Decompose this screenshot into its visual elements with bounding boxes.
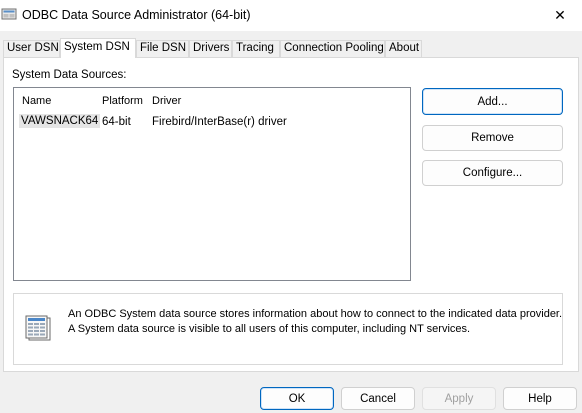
window-title: ODBC Data Source Administrator (64-bit): [22, 8, 251, 22]
help-button[interactable]: Help: [503, 387, 577, 410]
info-line-2: A System data source is visible to all u…: [68, 322, 471, 335]
odbc-admin-window: ODBC Data Source Administrator (64-bit) …: [0, 0, 582, 413]
data-source-list[interactable]: Name Platform Driver VAWSNACK64 64-bit F…: [13, 87, 411, 281]
column-header-name[interactable]: Name: [22, 95, 51, 107]
tab-label: File DSN: [140, 42, 187, 54]
tab-drivers[interactable]: Drivers: [189, 40, 232, 57]
info-description: An ODBC System data source stores inform…: [68, 307, 562, 336]
add-button[interactable]: Add...: [422, 88, 563, 115]
tab-system-dsn[interactable]: System DSN: [60, 38, 136, 58]
tab-tracing[interactable]: Tracing: [232, 40, 280, 57]
remove-button[interactable]: Remove: [422, 125, 563, 151]
tab-user-dsn[interactable]: User DSN: [3, 40, 60, 57]
tab-about[interactable]: About: [385, 40, 422, 57]
tab-label: User DSN: [7, 42, 59, 54]
dialog-button-bar: OK Cancel Apply Help: [0, 378, 582, 413]
title-bar: ODBC Data Source Administrator (64-bit) …: [0, 0, 582, 31]
system-data-sources-label: System Data Sources:: [12, 69, 127, 81]
dsn-platform-cell: 64-bit: [102, 116, 131, 128]
tab-label: Connection Pooling: [284, 42, 384, 54]
cancel-button[interactable]: Cancel: [341, 387, 415, 410]
tab-file-dsn[interactable]: File DSN: [136, 40, 189, 57]
data-source-info-icon: [23, 314, 53, 342]
tab-label: Tracing: [236, 42, 274, 54]
dsn-name-cell: VAWSNACK64: [19, 114, 101, 128]
close-button[interactable]: ✕: [538, 0, 582, 31]
tab-label: Drivers: [193, 42, 230, 54]
configure-button[interactable]: Configure...: [422, 160, 563, 186]
tab-label: About: [389, 42, 420, 54]
odbc-admin-icon: [1, 7, 17, 21]
info-box: An ODBC System data source stores inform…: [13, 293, 563, 365]
dsn-driver-cell: Firebird/InterBase(r) driver: [152, 116, 287, 128]
column-header-platform[interactable]: Platform: [102, 95, 143, 107]
info-line-1: An ODBC System data source stores inform…: [68, 308, 563, 320]
close-icon: ✕: [554, 7, 566, 23]
tab-label: System DSN: [64, 41, 130, 53]
ok-button[interactable]: OK: [260, 387, 334, 410]
column-header-driver[interactable]: Driver: [152, 95, 181, 107]
apply-button[interactable]: Apply: [422, 387, 496, 410]
tab-connection-pooling[interactable]: Connection Pooling: [280, 40, 385, 57]
